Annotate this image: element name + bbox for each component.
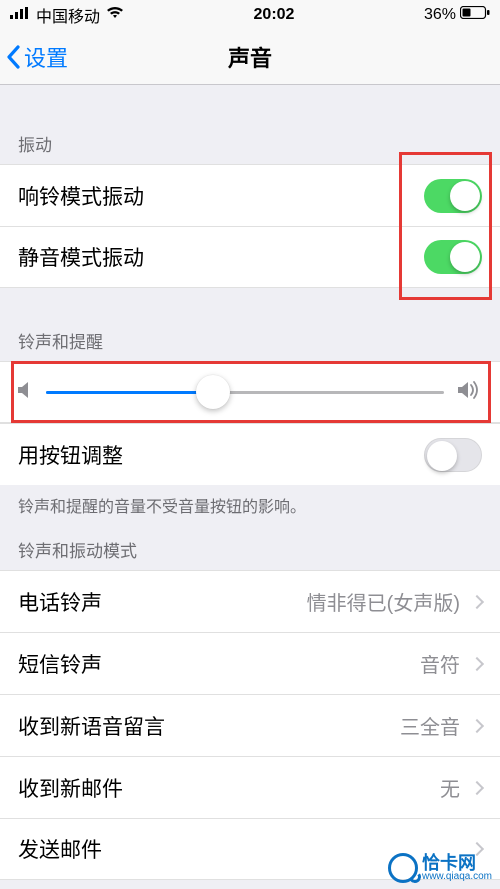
- chevron-left-icon: [6, 45, 22, 69]
- volume-slider[interactable]: [46, 391, 444, 394]
- pattern-value: 无: [440, 773, 460, 802]
- back-label: 设置: [24, 41, 68, 73]
- button-adjust-toggle[interactable]: [424, 438, 482, 472]
- status-bar: 中国移动 20:02 36%: [0, 0, 500, 30]
- status-right: 36%: [424, 6, 490, 24]
- pattern-label: 收到新邮件: [18, 773, 440, 803]
- pattern-row[interactable]: 收到新邮件无: [0, 756, 500, 818]
- section-header-ringer: 铃声和提醒: [0, 310, 500, 361]
- ring-vibrate-label: 响铃模式振动: [18, 181, 424, 211]
- carrier-label: 中国移动: [36, 3, 100, 27]
- pattern-row[interactable]: 收到新语音留言三全音: [0, 694, 500, 756]
- silent-vibrate-toggle[interactable]: [424, 240, 482, 274]
- chevron-right-icon: [470, 656, 484, 670]
- back-button[interactable]: 设置: [6, 41, 68, 73]
- pattern-row[interactable]: 电话铃声情非得已(女声版): [0, 570, 500, 632]
- section-footer-ringer: 铃声和提醒的音量不受音量按钮的影响。: [0, 485, 500, 531]
- section-header-patterns: 铃声和振动模式: [0, 531, 500, 570]
- pattern-label: 电话铃声: [18, 587, 307, 617]
- watermark-logo-icon: [388, 853, 418, 883]
- section-header-vibration: 振动: [0, 113, 500, 164]
- wifi-icon: [106, 6, 124, 24]
- signal-icon: [10, 6, 30, 24]
- page-title: 声音: [0, 41, 500, 73]
- chevron-right-icon: [470, 594, 484, 608]
- battery-percent: 36%: [424, 6, 456, 24]
- pattern-row[interactable]: 短信铃声音符: [0, 632, 500, 694]
- button-adjust-label: 用按钮调整: [18, 440, 424, 470]
- status-left: 中国移动: [10, 3, 124, 27]
- pattern-label: 短信铃声: [18, 649, 420, 679]
- nav-bar: 设置 声音: [0, 30, 500, 85]
- pattern-value: 音符: [420, 649, 460, 678]
- status-time: 20:02: [254, 6, 295, 24]
- row-ring-vibrate: 响铃模式振动: [0, 164, 500, 226]
- watermark-url: www.qiaqa.com: [422, 872, 492, 882]
- volume-slider-row: [0, 361, 500, 423]
- volume-high-icon: [458, 380, 482, 405]
- row-button-adjust: 用按钮调整: [0, 423, 500, 485]
- watermark: 恰卡网 www.qiaqa.com: [388, 853, 492, 883]
- pattern-label: 收到新语音留言: [18, 711, 400, 741]
- watermark-name: 恰卡网: [422, 854, 492, 872]
- battery-icon: [460, 6, 490, 24]
- slider-thumb[interactable]: [196, 375, 230, 409]
- pattern-value: 三全音: [400, 711, 460, 740]
- pattern-value: 情非得已(女声版): [307, 587, 460, 616]
- volume-low-icon: [18, 381, 32, 404]
- ring-vibrate-toggle[interactable]: [424, 179, 482, 213]
- chevron-right-icon: [470, 780, 484, 794]
- row-silent-vibrate: 静音模式振动: [0, 226, 500, 288]
- chevron-right-icon: [470, 718, 484, 732]
- silent-vibrate-label: 静音模式振动: [18, 242, 424, 272]
